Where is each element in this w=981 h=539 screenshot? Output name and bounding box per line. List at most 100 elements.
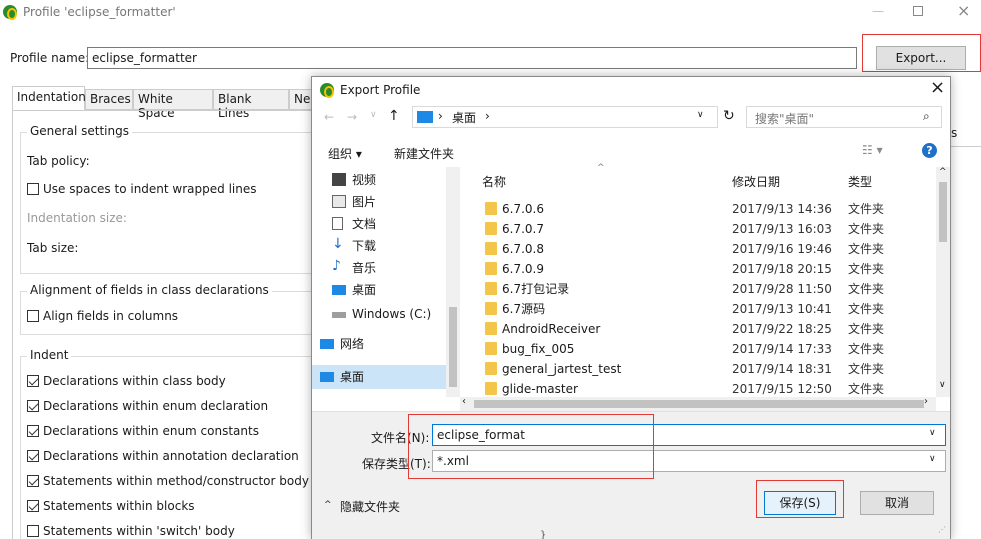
- file-type: 文件夹: [848, 222, 885, 236]
- nav-label: 视频: [352, 173, 377, 187]
- list-item[interactable]: bug_fix_005 2017/9/14 17:33 文件夹: [312, 339, 936, 359]
- checkbox-box: [27, 525, 39, 537]
- profile-name-input[interactable]: eclipse_formatter: [87, 47, 857, 69]
- column-date[interactable]: 修改日期: [732, 173, 780, 190]
- list-item[interactable]: 6.7.0.6 2017/9/13 14:36 文件夹: [312, 199, 936, 219]
- list-item[interactable]: general_jartest_test 2017/9/14 18:31 文件夹: [312, 359, 936, 379]
- forward-icon[interactable]: →: [347, 110, 357, 124]
- new-folder-button[interactable]: 新建文件夹: [394, 145, 454, 162]
- export-highlight: [862, 34, 981, 72]
- list-item[interactable]: AndroidReceiver 2017/9/22 18:25 文件夹: [312, 319, 936, 339]
- tab-white-space[interactable]: White Space: [133, 89, 213, 120]
- list-item[interactable]: 6.7.0.9 2017/9/18 20:15 文件夹: [312, 259, 936, 279]
- filename-dropdown-icon[interactable]: ∨: [929, 428, 936, 438]
- search-input[interactable]: 搜索"桌面": [755, 110, 814, 127]
- resize-grip-icon[interactable]: ⋰: [938, 525, 946, 534]
- indent-checkbox-6[interactable]: Statements within 'switch' body: [27, 524, 235, 538]
- checkbox-label: Declarations within enum constants: [43, 424, 259, 438]
- filename-highlight: [408, 414, 654, 479]
- list-item[interactable]: 6.7.0.7 2017/9/13 16:03 文件夹: [312, 219, 936, 239]
- desktop-folder-icon: [417, 111, 433, 123]
- help-icon[interactable]: ?: [922, 143, 937, 158]
- indent-checkbox-0[interactable]: Declarations within class body: [27, 374, 226, 388]
- column-name[interactable]: 名称: [482, 173, 506, 190]
- file-date: 2017/9/15 12:50: [732, 382, 832, 396]
- file-date: 2017/9/13 16:03: [732, 222, 832, 236]
- folder-icon: [485, 362, 497, 375]
- hide-folders-chevron-icon[interactable]: ^: [324, 500, 332, 510]
- path-segment[interactable]: 桌面: [452, 109, 476, 126]
- back-icon[interactable]: ←: [324, 110, 334, 124]
- file-type: 文件夹: [848, 302, 885, 316]
- file-type: 文件夹: [848, 322, 885, 336]
- organize-menu[interactable]: 组织 ▾: [328, 145, 362, 162]
- folder-icon: [485, 382, 497, 395]
- checkbox-label: Declarations within annotation declarati…: [43, 449, 299, 463]
- profile-name-label: Profile name:: [10, 51, 90, 65]
- checkbox-label: Align fields in columns: [43, 309, 179, 323]
- file-date: 2017/9/14 17:33: [732, 342, 832, 356]
- maximize-icon[interactable]: [913, 6, 923, 16]
- file-date: 2017/9/22 18:25: [732, 322, 832, 336]
- indent-checkbox-1[interactable]: Declarations within enum declaration: [27, 399, 268, 413]
- list-item[interactable]: glide-master 2017/9/15 12:50 文件夹: [312, 379, 936, 397]
- folder-icon: [485, 242, 497, 255]
- list-item[interactable]: 6.7源码 2017/9/13 10:41 文件夹: [312, 299, 936, 319]
- dialog-title: Export Profile: [340, 83, 421, 97]
- minimize-icon[interactable]: —: [872, 4, 884, 18]
- list-item[interactable]: 6.7.0.8 2017/9/16 19:46 文件夹: [312, 239, 936, 259]
- search-icon[interactable]: ⌕: [923, 109, 930, 124]
- tab-indentation[interactable]: Indentation: [12, 86, 86, 111]
- cancel-button-label: 取消: [884, 496, 909, 510]
- checkbox-box: [27, 310, 39, 322]
- title-bar: Profile 'eclipse_formatter' — ×: [0, 0, 981, 26]
- address-bar[interactable]: › 桌面 › ∨: [412, 106, 718, 128]
- recent-chevron-icon[interactable]: ∨: [370, 110, 377, 120]
- group-title: Indent: [27, 348, 72, 362]
- checkbox-box: [27, 425, 39, 437]
- align-fields-checkbox[interactable]: Align fields in columns: [27, 309, 178, 323]
- checkbox-box: [27, 450, 39, 462]
- horizontal-scroll-thumb[interactable]: [474, 400, 924, 408]
- file-name: 6.7.0.9: [502, 262, 544, 276]
- indent-checkbox-3[interactable]: Declarations within annotation declarati…: [27, 449, 299, 463]
- tab-blank-lines[interactable]: Blank Lines: [213, 89, 289, 120]
- view-options-icon[interactable]: ☷ ▾: [862, 143, 883, 157]
- tab-braces[interactable]: Braces: [85, 89, 133, 110]
- file-name: glide-master: [502, 382, 578, 396]
- indent-checkbox-4[interactable]: Statements within method/constructor bod…: [27, 474, 309, 488]
- checkbox-box: [27, 500, 39, 512]
- close-icon[interactable]: ×: [957, 1, 970, 20]
- dialog-close-icon[interactable]: ×: [930, 77, 945, 98]
- up-icon[interactable]: ↑: [388, 108, 400, 124]
- column-type[interactable]: 类型: [848, 173, 872, 190]
- tab-label: Indentation: [17, 90, 86, 104]
- refresh-icon[interactable]: ↻: [723, 108, 735, 124]
- scroll-right-icon[interactable]: ›: [924, 396, 928, 407]
- column-sort-icon: ^: [597, 163, 605, 173]
- tab-policy-label: Tab policy:: [27, 154, 90, 168]
- checkbox-box: [27, 183, 39, 195]
- use-spaces-checkbox[interactable]: Use spaces to indent wrapped lines: [27, 182, 257, 196]
- file-list-scroll-thumb[interactable]: [939, 182, 947, 242]
- file-date: 2017/9/18 20:15: [732, 262, 832, 276]
- file-name: 6.7源码: [502, 302, 546, 316]
- file-date: 2017/9/28 11:50: [732, 282, 832, 296]
- scroll-up-icon[interactable]: ^: [939, 167, 947, 177]
- scroll-down-icon[interactable]: ∨: [939, 380, 946, 390]
- file-date: 2017/9/14 18:31: [732, 362, 832, 376]
- folder-icon: [485, 342, 497, 355]
- folder-icon: [485, 222, 497, 235]
- filetype-dropdown-icon[interactable]: ∨: [929, 454, 936, 464]
- indent-checkbox-5[interactable]: Statements within blocks: [27, 499, 195, 513]
- scroll-left-icon[interactable]: ‹: [462, 396, 466, 407]
- cancel-button[interactable]: 取消: [860, 491, 934, 515]
- address-dropdown-icon[interactable]: ∨: [697, 110, 704, 120]
- hide-folders-toggle[interactable]: 隐藏文件夹: [340, 498, 400, 515]
- search-box[interactable]: 搜索"桌面" ⌕: [746, 106, 942, 128]
- file-type: 文件夹: [848, 202, 885, 216]
- tab-bar: Indentation Braces White Space Blank Lin…: [12, 86, 319, 120]
- folder-icon: [485, 322, 497, 335]
- indent-checkbox-2[interactable]: Declarations within enum constants: [27, 424, 259, 438]
- list-item[interactable]: 6.7打包记录 2017/9/28 11:50 文件夹: [312, 279, 936, 299]
